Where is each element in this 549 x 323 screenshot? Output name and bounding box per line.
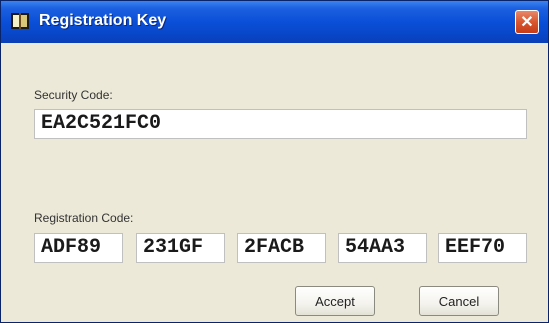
- close-button[interactable]: ✕: [515, 10, 539, 34]
- registration-code-field-2[interactable]: 231GF: [136, 233, 225, 263]
- registration-key-dialog: Registration Key ✕ Security Code: EA2C52…: [0, 0, 549, 323]
- accept-button[interactable]: Accept: [295, 286, 375, 316]
- security-code-label: Security Code:: [34, 88, 113, 102]
- registration-code-field-5[interactable]: EEF70: [438, 233, 527, 263]
- app-icon: [10, 11, 30, 31]
- registration-code-field-4[interactable]: 54AA3: [338, 233, 427, 263]
- registration-code-field-1[interactable]: ADF89: [34, 233, 123, 263]
- close-icon: ✕: [520, 14, 534, 31]
- title-bar[interactable]: Registration Key ✕: [1, 1, 548, 43]
- security-code-field[interactable]: EA2C521FC0: [34, 109, 527, 139]
- cancel-button[interactable]: Cancel: [419, 286, 499, 316]
- registration-code-label: Registration Code:: [34, 211, 134, 225]
- window-title: Registration Key: [39, 12, 167, 29]
- registration-code-field-3[interactable]: 2FACB: [237, 233, 326, 263]
